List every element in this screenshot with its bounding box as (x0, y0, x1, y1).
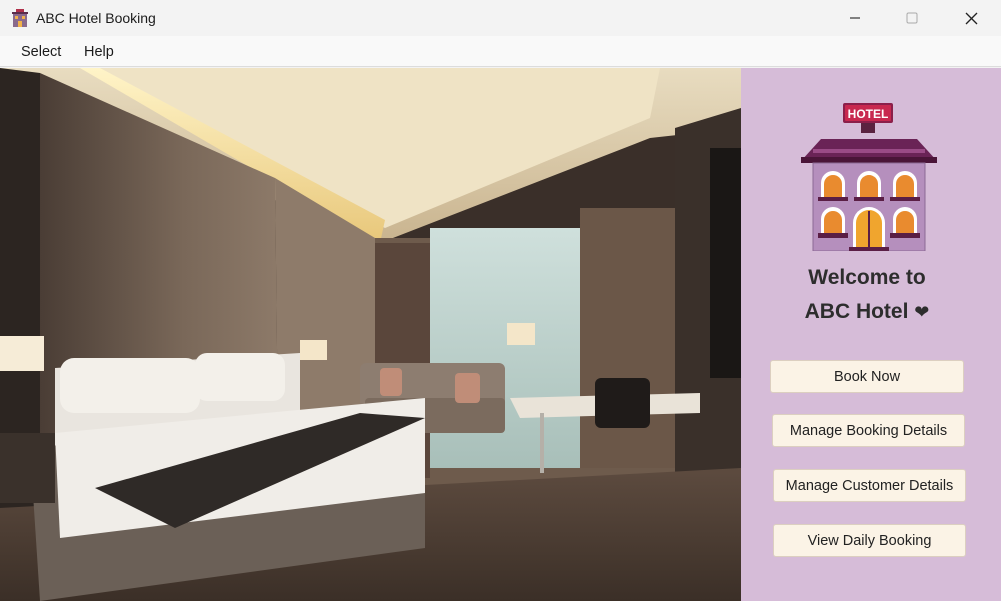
book-now-button[interactable]: Book Now (770, 360, 964, 393)
hotel-sign-text: HOTEL (848, 107, 889, 121)
view-daily-booking-button[interactable]: View Daily Booking (773, 524, 966, 557)
maximize-icon (906, 12, 918, 24)
close-icon (965, 12, 977, 24)
window-title: ABC Hotel Booking (36, 10, 156, 26)
menu-select[interactable]: Select (21, 44, 61, 60)
hotel-building-icon: HOTEL (801, 103, 937, 251)
minimize-icon (850, 17, 860, 19)
close-button[interactable] (948, 0, 994, 36)
menu-bar: Select Help (0, 36, 1001, 67)
maximize-button[interactable] (889, 0, 935, 36)
manage-booking-details-button[interactable]: Manage Booking Details (772, 414, 965, 447)
welcome-heading-line2: ABC Hotel ❤ (741, 300, 993, 324)
menu-help[interactable]: Help (84, 44, 114, 60)
hotel-name: ABC Hotel (804, 300, 909, 323)
welcome-heading-line1: Welcome to (808, 266, 926, 289)
minimize-button[interactable] (832, 0, 878, 36)
title-bar: ABC Hotel Booking (0, 0, 1001, 36)
navigation-panel: HOTEL Welcome to ABC Hotel ❤ Book Now Ma… (741, 68, 1001, 601)
hotel-icon (12, 9, 28, 27)
manage-customer-details-button[interactable]: Manage Customer Details (773, 469, 966, 502)
heart-icon: ❤ (914, 302, 930, 322)
hotel-room-image (0, 68, 741, 601)
